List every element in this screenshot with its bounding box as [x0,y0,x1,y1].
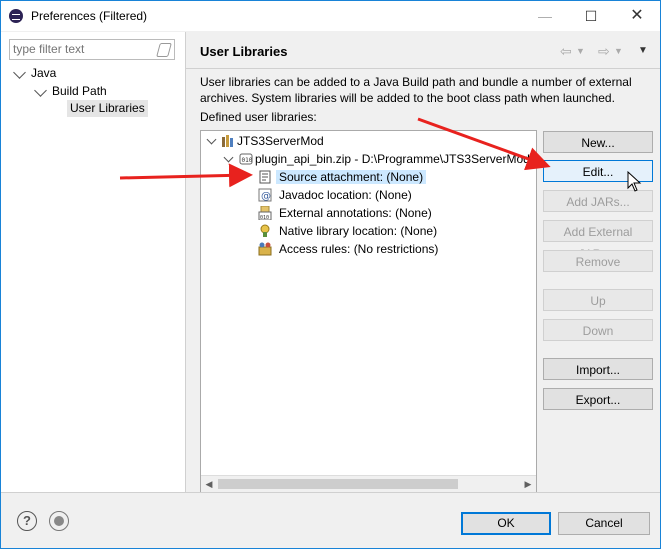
svg-text:@: @ [261,191,271,202]
scroll-left-icon[interactable]: ◀ [201,476,217,492]
import-button-label: Import... [575,363,620,377]
forward-icon[interactable]: ⇨ [598,43,610,60]
tree-row[interactable]: Native library location: (None) [258,222,437,240]
page-title: User Libraries [200,44,288,59]
tree-item-label: Build Path [52,84,107,98]
new-button-label: New... [581,136,615,150]
tree-row-label: External annotations: (None) [279,206,432,220]
tree-row-label: plugin_api_bin.zip - D:\Programme\JTS3Se… [255,152,534,166]
forward-menu-icon[interactable]: ▼ [614,46,623,56]
up-button-label: Up [590,294,606,308]
preferences-window: Preferences (Filtered) — ☐ ✕ Java Build … [0,0,661,549]
down-button[interactable]: Down [543,319,653,341]
chevron-down-icon[interactable] [34,84,47,97]
close-button[interactable]: ✕ [614,1,660,31]
import-button[interactable]: Import... [543,358,653,380]
divider [1,492,660,493]
filter-field[interactable] [9,39,175,60]
native-library-icon [260,224,270,237]
annotations-icon: 010 [258,206,272,220]
title-bar: Preferences (Filtered) — ☐ ✕ [1,1,660,31]
help-icon[interactable]: ? [17,511,37,531]
tree-row[interactable]: 010 External annotations: (None) [258,204,432,222]
cancel-button-label: Cancel [585,516,623,530]
back-icon[interactable]: ⇦ [560,43,572,60]
defined-libraries-label: Defined user libraries: [200,110,317,124]
tree-row-label: Access rules: (No restrictions) [279,242,439,256]
tree-row-label: Source attachment: (None) [276,170,427,184]
edit-button-label: Edit... [582,165,614,179]
add-jars-button-label: Add JARs... [566,195,630,209]
scrollbar-thumb[interactable] [218,479,458,489]
tree-row-label: JTS3ServerMod [237,134,324,148]
new-button[interactable]: New... [543,131,653,153]
tree-item-java[interactable]: Java [13,65,57,82]
filter-input[interactable] [13,41,153,57]
tree-row[interactable]: 010 plugin_api_bin.zip - D:\Programme\JT… [223,150,533,168]
add-jars-button[interactable]: Add JARs... [543,190,653,212]
javadoc-icon: @ [258,188,272,202]
user-libraries-page: User Libraries ⇦ ▼ ⇨ ▼ ▼ User libraries … [186,32,660,493]
edit-button[interactable]: Edit... [543,160,653,182]
minimize-button[interactable]: — [522,1,568,31]
user-libraries-tree[interactable]: JTS3ServerMod 010 plugin_api_bin.zip - D… [200,130,537,493]
up-button[interactable]: Up [543,289,653,311]
access-rules-icon [258,242,272,256]
page-navigation: ⇦ ▼ ⇨ ▼ ▼ [560,43,656,59]
tree-item-label: User Libraries [70,101,145,115]
jar-icon: 010 [239,153,253,165]
tree-item-build-path[interactable]: Build Path [34,83,107,100]
tree-row[interactable]: @ Javadoc location: (None) [258,186,412,204]
scroll-right-icon[interactable]: ▶ [520,476,536,492]
chevron-down-icon[interactable] [206,134,217,145]
down-button-label: Down [582,324,614,338]
tree-item-label: Java [31,66,57,80]
source-attachment-icon [259,170,271,184]
tree-row[interactable]: Source attachment: (None) [258,168,427,186]
chevron-down-icon[interactable] [223,152,234,163]
export-button-label: Export... [575,393,621,407]
svg-text:010: 010 [242,157,253,164]
tree-row[interactable]: JTS3ServerMod [206,132,324,150]
export-button[interactable]: Export... [543,388,653,410]
tree-row-label: Native library location: (None) [279,224,438,238]
tree-item-user-libraries[interactable]: User Libraries [67,100,148,117]
ok-button[interactable]: OK [461,512,551,535]
remove-button[interactable]: Remove [543,250,653,272]
divider [186,68,660,69]
chevron-down-icon[interactable] [13,66,26,79]
library-icon [222,135,233,147]
clear-filter-icon[interactable] [156,43,172,57]
tree-row-label: Javadoc location: (None) [279,188,412,202]
ok-button-label: OK [497,516,515,530]
add-external-jars-button[interactable]: Add External JARs... [543,220,653,261]
remove-button-label: Remove [575,255,621,269]
cancel-button[interactable]: Cancel [558,512,650,535]
tree-row[interactable]: Access rules: (No restrictions) [258,240,438,258]
maximize-button[interactable]: ☐ [568,1,614,31]
view-menu-icon[interactable]: ▼ [638,45,648,56]
horizontal-scrollbar[interactable]: ◀ ▶ [201,475,536,492]
window-title: Preferences (Filtered) [31,9,148,23]
preference-navigation: Java Build Path User Libraries [1,32,186,492]
record-icon[interactable] [49,511,69,531]
page-description: User libraries can be added to a Java Bu… [200,75,632,105]
eclipse-logo-icon [9,9,23,23]
svg-text:010: 010 [260,215,269,220]
back-menu-icon[interactable]: ▼ [576,46,585,56]
